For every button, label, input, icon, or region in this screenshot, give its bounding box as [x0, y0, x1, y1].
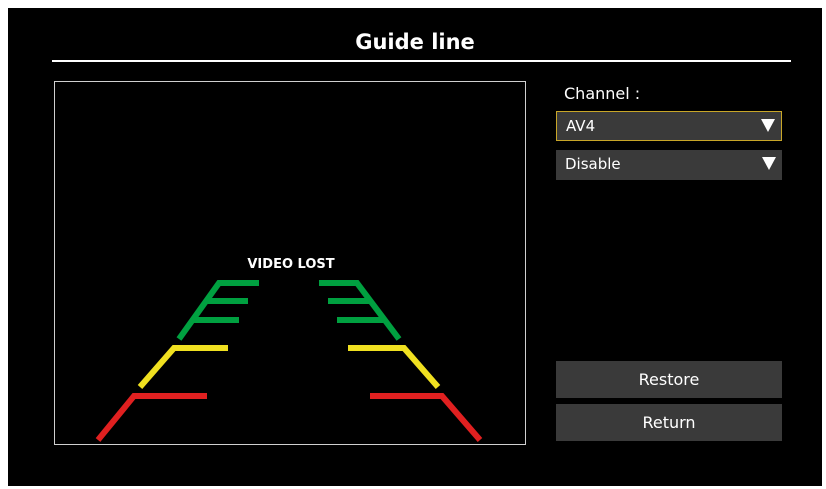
chevron-down-icon: [761, 119, 775, 132]
guide-line-mid-left: [137, 345, 228, 389]
guide-line-near-right: [370, 393, 483, 442]
guide-line-screen: Guide line VIDEO LOST Channel : AV4 Disa…: [8, 8, 822, 486]
guide-line-mid-right: [348, 345, 441, 389]
restore-button[interactable]: Restore: [556, 361, 782, 398]
title-divider: [52, 60, 791, 62]
channel-select[interactable]: AV4: [556, 111, 782, 141]
guide-mode-select-value: Disable: [565, 155, 621, 173]
guide-mode-select[interactable]: Disable: [556, 150, 782, 180]
channel-select-value: AV4: [566, 117, 596, 135]
guide-line-far-right: [319, 280, 402, 341]
chevron-down-icon: [762, 157, 776, 170]
return-button[interactable]: Return: [556, 404, 782, 441]
guide-line-far-left: [176, 280, 259, 341]
camera-preview: VIDEO LOST: [54, 81, 526, 445]
video-lost-text: VIDEO LOST: [247, 257, 335, 272]
page-title: Guide line: [355, 30, 475, 54]
guide-line-near-left: [95, 393, 207, 442]
channel-label: Channel :: [564, 84, 641, 103]
